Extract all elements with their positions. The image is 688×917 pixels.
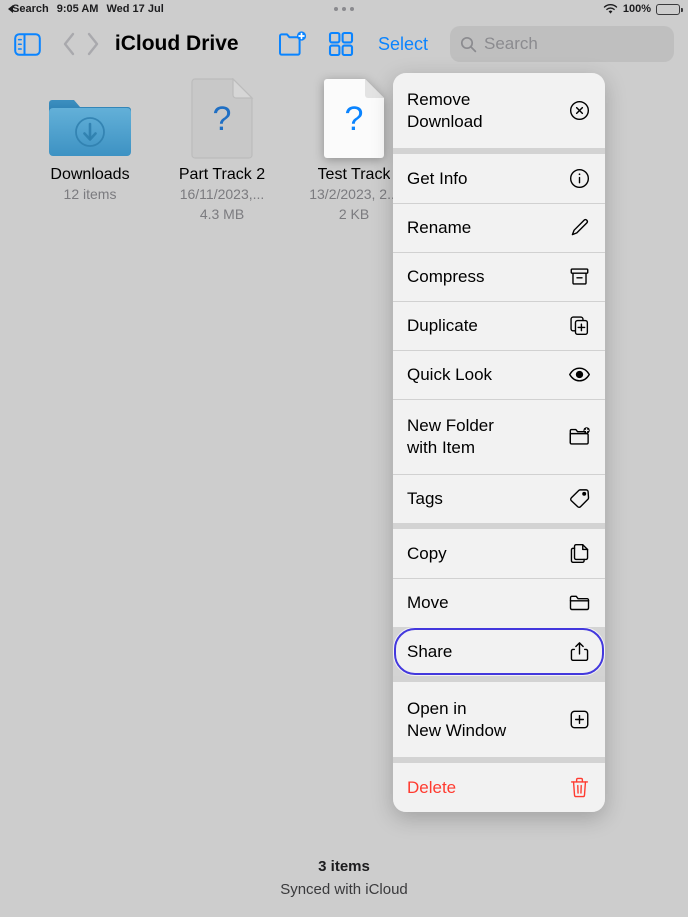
file-icon-container [46,72,134,160]
trash-icon [567,776,591,800]
menu-group: Open in New Window [393,682,605,757]
chevron-right-icon [86,32,100,56]
navigation-toolbar: iCloud Drive Select [0,18,688,70]
search-field[interactable] [450,26,674,62]
menu-item-label: Get Info [407,168,475,190]
status-date: Wed 17 Jul [106,3,163,15]
grid-view-icon[interactable] [328,27,354,61]
menu-item-label: Copy [407,543,455,565]
menu-group: Copy Move Share [393,529,605,676]
status-bar-left: Search 9:05 AM Wed 17 Jul [8,3,164,15]
menu-item-label: New Folder with Item [407,415,502,458]
status-bar-right: 100% [603,3,680,15]
magnifier-icon [460,36,477,53]
status-time: 9:05 AM [57,3,99,15]
duplicate-icon [567,314,591,338]
context-menu: Remove Download Get Info Rename Compress Dup… [393,73,605,812]
menu-item-open-in-new-window[interactable]: Open in New Window [393,682,605,757]
file-meta-primary: 12 items [64,184,117,204]
generic-document-icon: ? [190,78,254,160]
page-title: iCloud Drive [115,32,239,56]
file-name: Downloads [50,166,129,184]
menu-group: Remove Download [393,73,605,148]
menu-item-copy[interactable]: Copy [393,529,605,578]
archivebox-icon [567,265,591,289]
status-back-app-label: Search [12,3,49,15]
file-icon-container: ? [190,72,254,160]
info-circle-icon [567,167,591,191]
remove-download-icon [567,99,591,123]
menu-item-new-folder-with-item[interactable]: New Folder with Item [393,399,605,474]
menu-item-remove-download[interactable]: Remove Download [393,73,605,148]
sync-status-label: Synced with iCloud [0,879,688,902]
svg-text:?: ? [213,100,232,138]
battery-percent-label: 100% [623,3,651,15]
menu-item-rename[interactable]: Rename [393,203,605,252]
menu-item-tags[interactable]: Tags [393,474,605,523]
copy-icon [567,542,591,566]
dot [342,7,346,11]
share-icon [567,640,591,664]
menu-item-quick-look[interactable]: Quick Look [393,350,605,399]
status-back-link[interactable]: Search [8,3,49,15]
file-meta-secondary: 2 KB [339,204,369,224]
forward-button[interactable] [81,27,105,61]
back-button[interactable] [57,27,81,61]
menu-item-compress[interactable]: Compress [393,252,605,301]
folder-icon [567,591,591,615]
menu-item-label: Share [407,641,460,663]
menu-item-label: Duplicate [407,315,486,337]
eye-icon [567,363,591,387]
menu-item-label: Compress [407,266,492,288]
status-bar: Search 9:05 AM Wed 17 Jul 100% [0,0,688,18]
menu-item-delete[interactable]: Delete [393,763,605,812]
menu-group: Delete [393,763,605,812]
menu-item-label: Rename [407,217,479,239]
menu-item-label: Remove Download [407,89,491,132]
file-meta-secondary: 4.3 MB [200,204,244,224]
folder-downloads-icon [46,90,134,160]
chevron-left-icon [62,32,76,56]
svg-text:?: ? [345,100,364,138]
sidebar-toggle-icon[interactable] [14,27,41,61]
menu-item-share[interactable]: Share [393,627,605,676]
file-meta-primary: 16/11/2023,... [180,184,265,204]
file-meta-primary: 13/2/2023, 2... [309,184,399,204]
wifi-icon [603,4,618,15]
menu-item-label: Open in New Window [407,698,514,741]
multitasking-dots-icon[interactable] [334,7,354,11]
file-item-part-track-2[interactable]: ? Part Track 2 16/11/2023,... 4.3 MB [156,72,288,225]
dot [350,7,354,11]
item-count-label: 3 items [0,856,688,879]
generic-document-icon: ? [322,78,386,160]
dot [334,7,338,11]
folder-plus-icon [567,425,591,449]
status-footer: 3 items Synced with iCloud [0,856,688,901]
new-folder-icon[interactable] [278,27,308,61]
menu-item-label: Move [407,592,457,614]
menu-item-label: Tags [407,488,451,510]
menu-item-move[interactable]: Move [393,578,605,627]
menu-group: Get Info Rename Compress Duplicate Quick Loo… [393,154,605,523]
menu-item-label: Quick Look [407,364,500,386]
file-name: Part Track 2 [179,166,265,184]
menu-item-label: Delete [407,777,464,799]
file-item-downloads[interactable]: Downloads 12 items [24,72,156,225]
battery-full-icon [656,4,680,15]
pencil-icon [567,216,591,240]
menu-item-get-info[interactable]: Get Info [393,154,605,203]
new-window-icon [567,708,591,732]
select-button[interactable]: Select [378,34,428,55]
file-name: Test Track [318,166,391,184]
tag-icon [567,487,591,511]
menu-item-duplicate[interactable]: Duplicate [393,301,605,350]
search-input[interactable] [484,34,688,54]
file-icon-container: ? [322,72,386,160]
